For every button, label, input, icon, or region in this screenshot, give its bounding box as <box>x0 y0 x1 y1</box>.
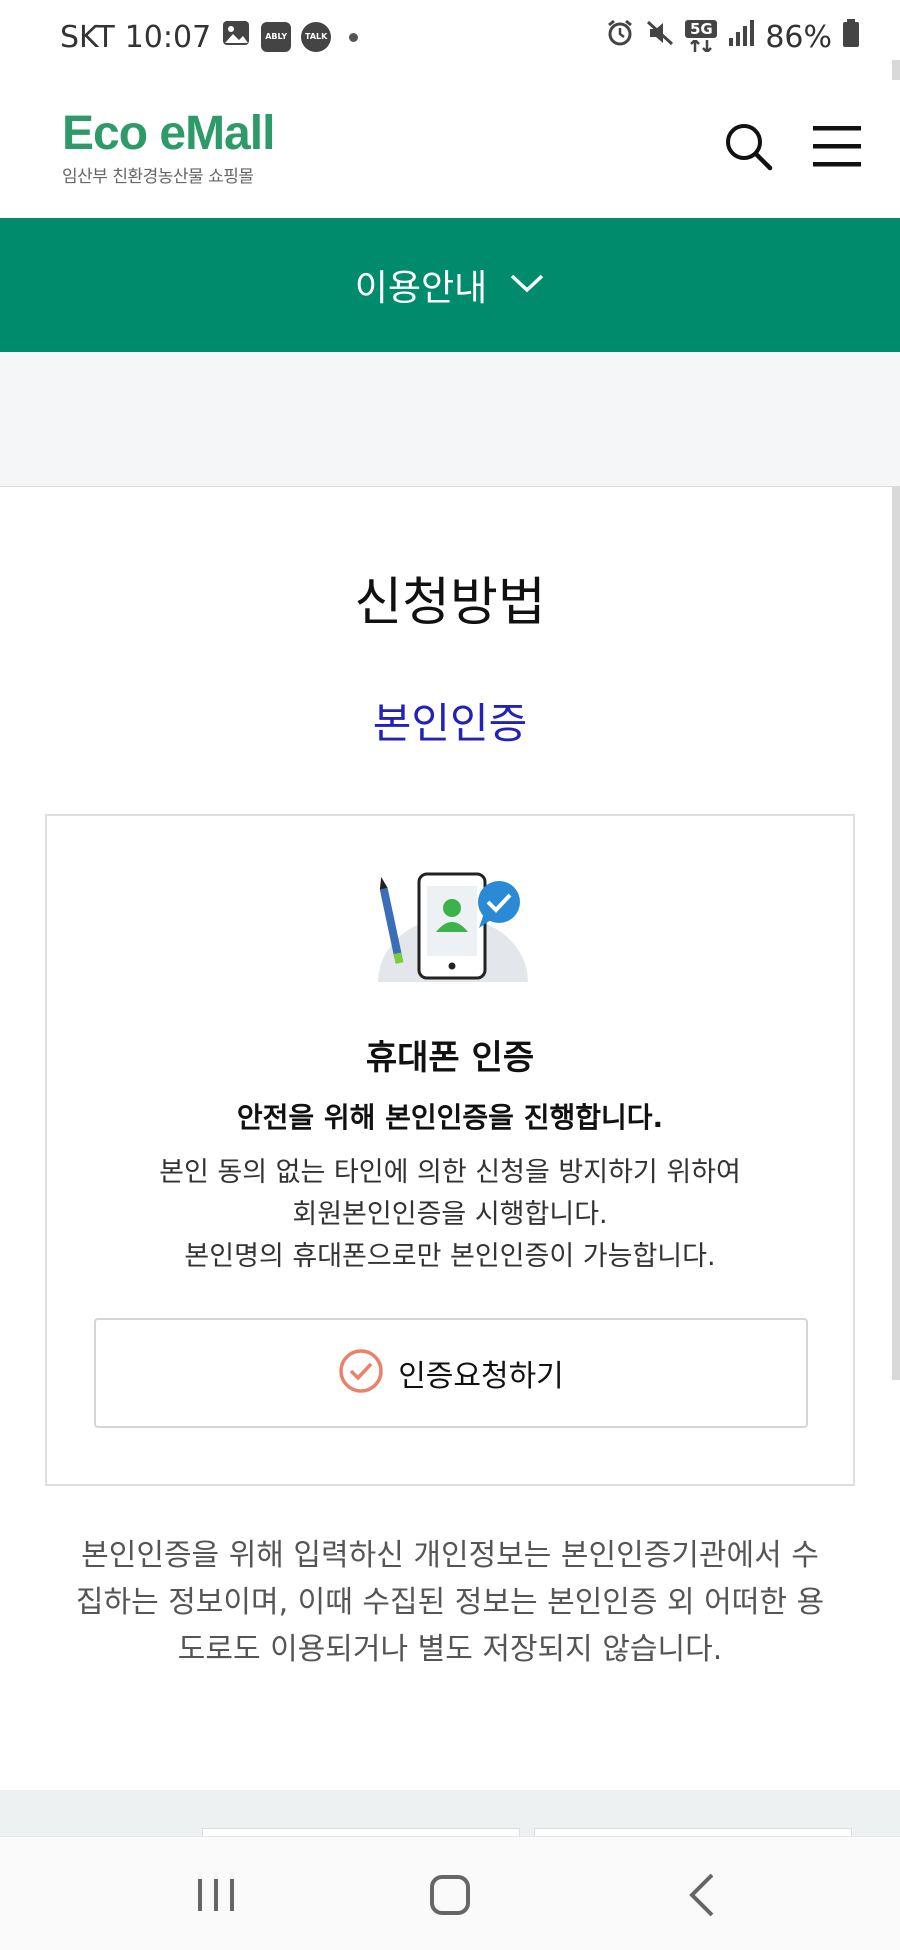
status-right: 5G 86% <box>605 18 860 56</box>
card-title: 휴대폰 인증 <box>365 1038 535 1078</box>
status-left: SKT 10:07 ABLY TALK <box>60 18 359 56</box>
system-navigation-bar <box>0 1836 900 1950</box>
request-auth-label: 인증요청하기 <box>398 1359 564 1394</box>
site-logo[interactable]: Eco eMall 임산부 친환경농산물 쇼핑몰 <box>62 107 275 188</box>
mute-icon <box>645 18 675 56</box>
request-auth-button[interactable]: 인증요청하기 <box>94 1318 808 1428</box>
card-description-line: 회원본인인증을 시행합니다. <box>292 1199 608 1230</box>
carrier-label: SKT <box>60 19 115 55</box>
battery-icon <box>842 18 860 56</box>
recent-apps-icon[interactable] <box>176 1855 256 1935</box>
privacy-notice: 본인인증을 위해 입력하신 개인정보는 본인인증기관에서 수 집하는 정보이며,… <box>40 1532 860 1673</box>
card-description-line: 본인 동의 없는 타인에 의한 신청을 방지하기 위하여 <box>159 1157 741 1188</box>
status-bar: SKT 10:07 ABLY TALK 5G 86% <box>0 0 900 80</box>
logo-subtitle: 임산부 친환경농산물 쇼핑몰 <box>62 167 254 187</box>
guide-dropdown[interactable]: 이용안내 <box>0 218 900 352</box>
alarm-icon <box>605 18 635 56</box>
privacy-notice-line: 집하는 정보이며, 이때 수집된 정보는 본인인증 외 어떠한 용 <box>75 1585 825 1620</box>
guide-label: 이용안내 <box>354 268 488 309</box>
phone-verification-icon <box>373 866 533 986</box>
card-description-line: 본인명의 휴대폰으로만 본인인증이 가능합니다. <box>184 1241 716 1272</box>
battery-percent: 86% <box>765 19 832 55</box>
search-icon[interactable] <box>722 120 776 174</box>
card-lead-text: 안전을 위해 본인인증을 진행합니다. <box>236 1101 664 1134</box>
privacy-notice-line: 본인인증을 위해 입력하신 개인정보는 본인인증기관에서 수 <box>81 1538 819 1573</box>
phone-auth-card: 휴대폰 인증 안전을 위해 본인인증을 진행합니다. 본인 동의 없는 타인에 … <box>45 814 855 1486</box>
signal-icon <box>727 18 755 56</box>
spacer-band <box>0 352 900 487</box>
page: SKT 10:07 ABLY TALK 5G 86% Eco eMall 임산부… <box>0 0 900 1950</box>
clock: 10:07 <box>124 19 212 55</box>
ably-icon: ABLY <box>261 22 292 52</box>
check-circle-icon <box>338 1348 384 1398</box>
hamburger-menu-icon[interactable] <box>810 120 864 174</box>
card-description: 본인 동의 없는 타인에 의한 신청을 방지하기 위하여 회원본인인증을 시행합… <box>47 1152 853 1278</box>
page-title: 신청방법 <box>354 573 546 633</box>
talk-icon: TALK <box>301 22 332 52</box>
page-subtitle: 본인인증 <box>372 699 528 748</box>
chevron-down-icon <box>509 271 545 299</box>
logo-title: Eco eMall <box>62 107 275 160</box>
more-notifications-dot <box>349 32 359 42</box>
privacy-notice-line: 도로도 이용되거나 별도 저장되지 않습니다. <box>177 1632 723 1667</box>
site-header: Eco eMall 임산부 친환경농산물 쇼핑몰 <box>0 80 900 218</box>
back-icon[interactable] <box>662 1855 742 1935</box>
home-icon[interactable] <box>410 1855 490 1935</box>
5g-icon: 5G <box>685 20 718 52</box>
gallery-icon <box>221 18 251 56</box>
